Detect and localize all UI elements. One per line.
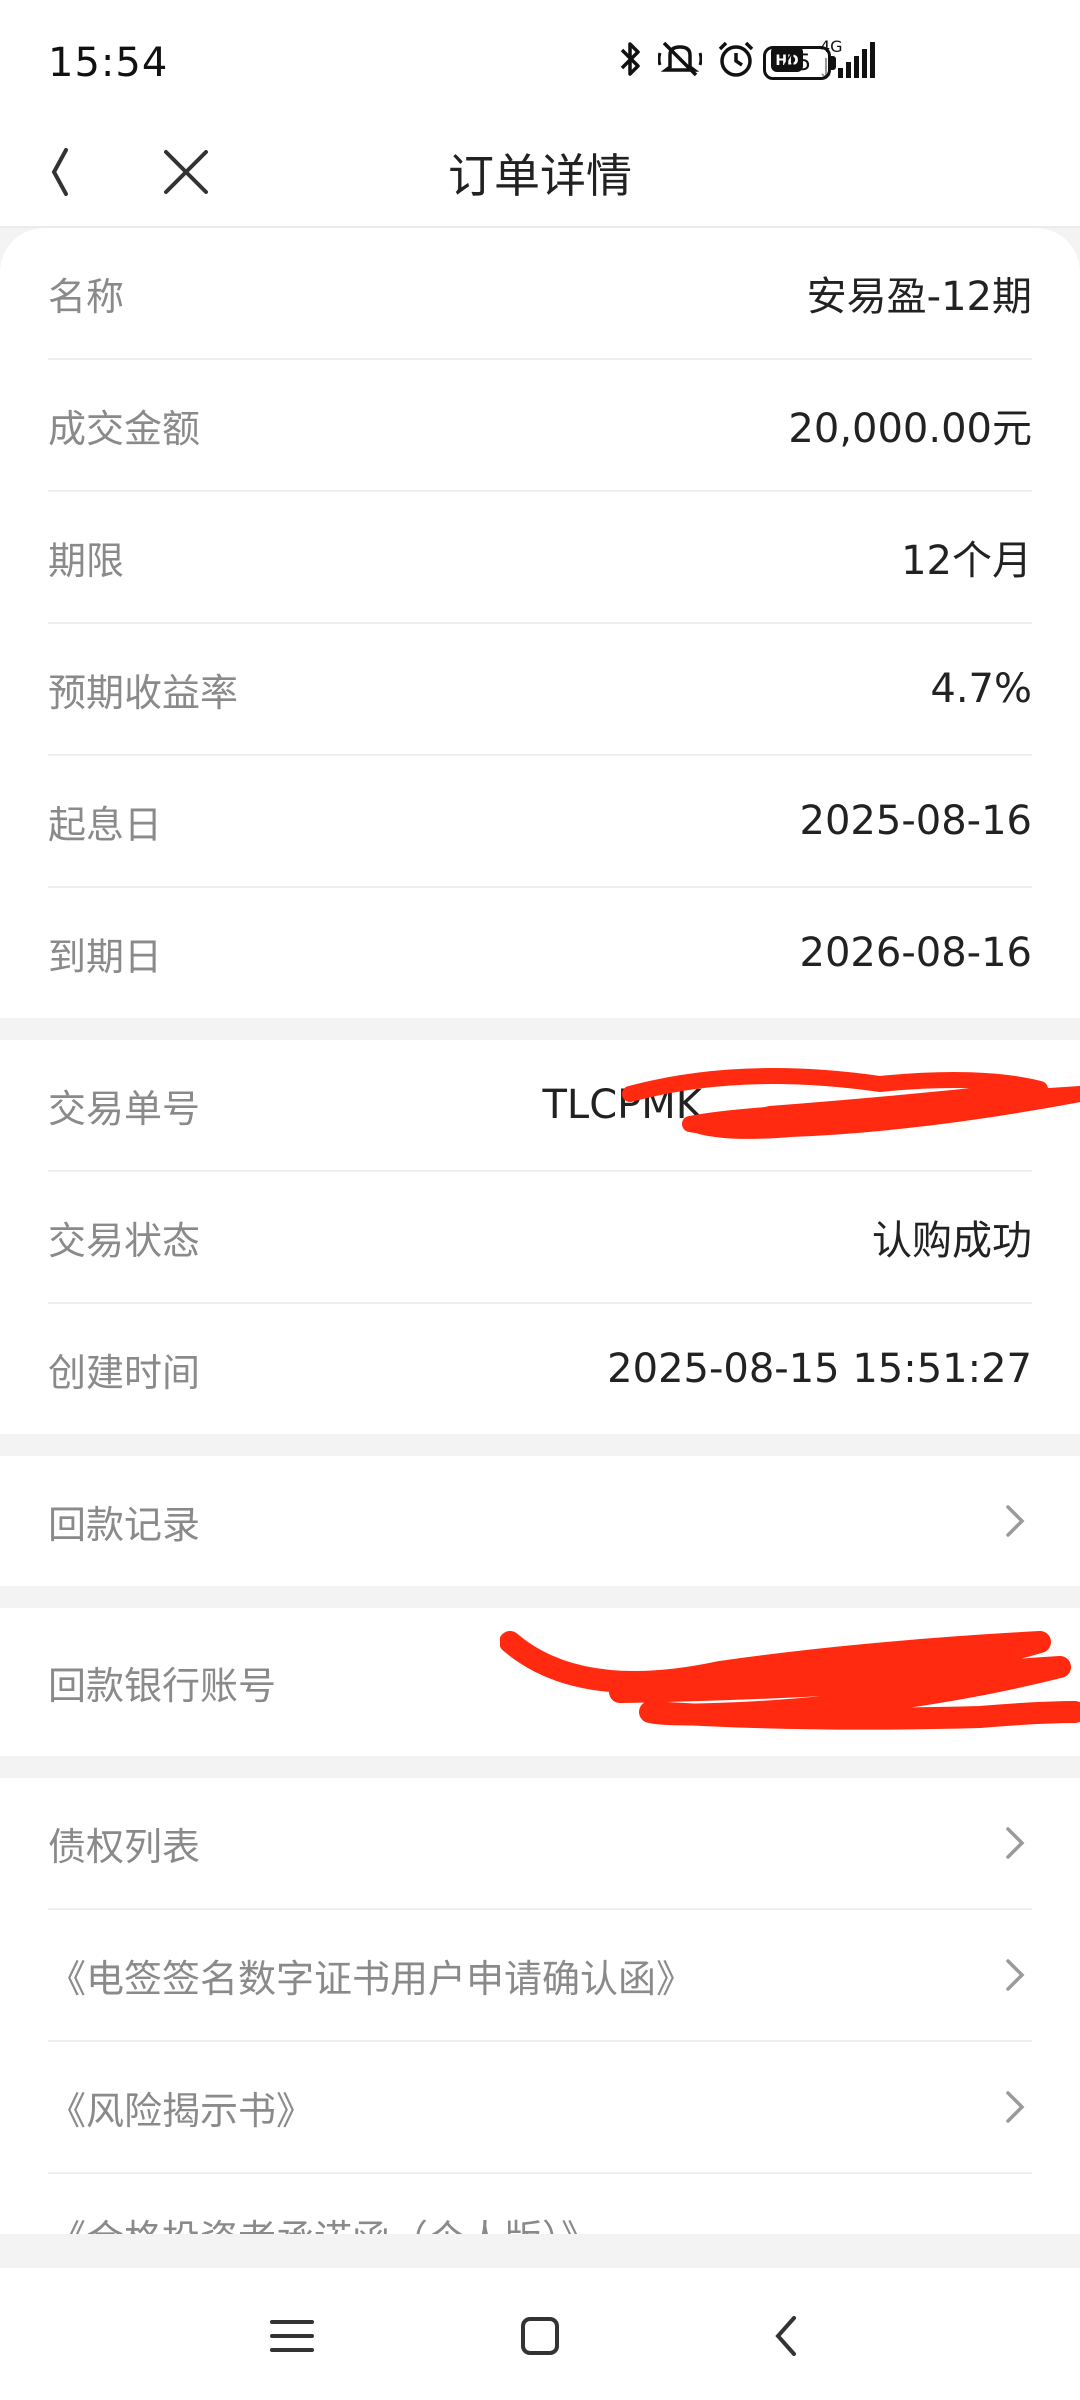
row-label: 债权列表 [48,1824,201,1869]
bluetooth-icon [618,40,644,78]
risk-disclosure-link[interactable]: 《风险揭示书》 [48,2042,1032,2174]
row-label: 回款银行账号 [48,1663,277,1708]
battery-tip [831,56,836,70]
chevron-right-icon [1006,2091,1025,2123]
chevron-right-icon [1006,1959,1025,1991]
info-row-start-date: 起息日 2025-08-16 [48,756,1032,888]
esign-cert-link[interactable]: 《电签签名数字证书用户申请确认函》 [48,1910,1032,2042]
info-row-term: 期限 12个月 [48,492,1032,624]
row-value: 安易盈-12期 [806,274,1032,320]
info-row-created-time: 创建时间 2025-08-15 15:51:27 [48,1304,1032,1434]
row-label: 成交金额 [48,406,201,451]
row-label: 《合格投资者承诺函（个人版）》 [48,2208,599,2234]
chevron-right-icon [1006,1505,1025,1537]
status-bar: 15:54 HD 4G 45 [0,0,1080,118]
system-back-button[interactable] [758,2306,818,2366]
mute-vibrate-icon [658,39,702,79]
row-value: 2026-08-16 [799,930,1032,976]
next-document-link[interactable]: 《合格投资者承诺函（个人版）》 [48,2174,1032,2234]
row-label: 回款记录 [48,1502,201,1547]
row-label: 到期日 [48,934,163,979]
menu-icon [270,2320,314,2352]
documents-card: 债权列表 《电签签名数字证书用户申请确认函》 《风险揭示书》 《合格投资者承诺函… [0,1778,1080,2234]
row-value: 2025-08-15 15:51:27 [607,1346,1032,1392]
top-navigation: 订单详情 [0,118,1080,228]
status-icons: HD 4G [618,38,880,80]
system-navigation-bar [0,2268,1080,2400]
row-label: 创建时间 [48,1350,201,1395]
repayment-account-row: 回款银行账号 [48,1608,1080,1756]
menu-button[interactable] [262,2306,322,2366]
debt-list-link[interactable]: 债权列表 [48,1778,1032,1910]
battery-level: 45 [783,50,811,76]
row-value: 2025-08-16 [799,798,1032,844]
row-label: 起息日 [48,802,163,847]
status-time: 15:54 [48,40,169,86]
chevron-right-icon [1006,1827,1025,1859]
info-row-transaction-id: 交易单号 TLCPMK [48,1040,1080,1172]
order-detail-content: 名称 安易盈-12期 成交金额 20,000.00元 期限 12个月 预期收益率… [0,228,1080,2268]
row-label: 期限 [48,538,125,583]
info-row-name: 名称 安易盈-12期 [48,228,1032,360]
alarm-icon [716,39,756,79]
row-label: 《电签签名数字证书用户申请确认函》 [48,1956,695,2001]
repayment-record-card: 回款记录 [0,1456,1080,1586]
row-label: 交易状态 [48,1218,201,1263]
home-button[interactable] [510,2306,570,2366]
back-icon [775,2316,796,2356]
repayment-record-link[interactable]: 回款记录 [48,1456,1032,1586]
transaction-id-value: TLCPMK [542,1082,702,1128]
battery-icon: 45 [763,46,831,80]
row-value: 4.7% [930,666,1032,712]
order-info-card: 名称 安易盈-12期 成交金额 20,000.00元 期限 12个月 预期收益率… [0,228,1080,1018]
info-row-maturity-date: 到期日 2026-08-16 [48,888,1032,1018]
info-row-yield: 预期收益率 4.7% [48,624,1032,756]
row-label: 预期收益率 [48,670,239,715]
info-row-transaction-status: 交易状态 认购成功 [48,1172,1032,1304]
redaction-scribble [500,1631,1080,1730]
page-title: 订单详情 [448,149,632,203]
home-icon [521,2317,559,2355]
row-value: 认购成功 [872,1218,1032,1264]
transaction-info-card: 交易单号 TLCPMK 交易状态 认购成功 创建时间 2025-08-15 15… [0,1040,1080,1434]
repayment-account-card: 回款银行账号 [0,1608,1080,1756]
row-label: 《风险揭示书》 [48,2088,315,2133]
info-row-amount: 成交金额 20,000.00元 [48,360,1032,492]
row-value: 20,000.00元 [788,406,1032,452]
row-label: 名称 [48,274,125,319]
row-value: 12个月 [901,538,1032,584]
row-label: 交易单号 [48,1086,201,1131]
